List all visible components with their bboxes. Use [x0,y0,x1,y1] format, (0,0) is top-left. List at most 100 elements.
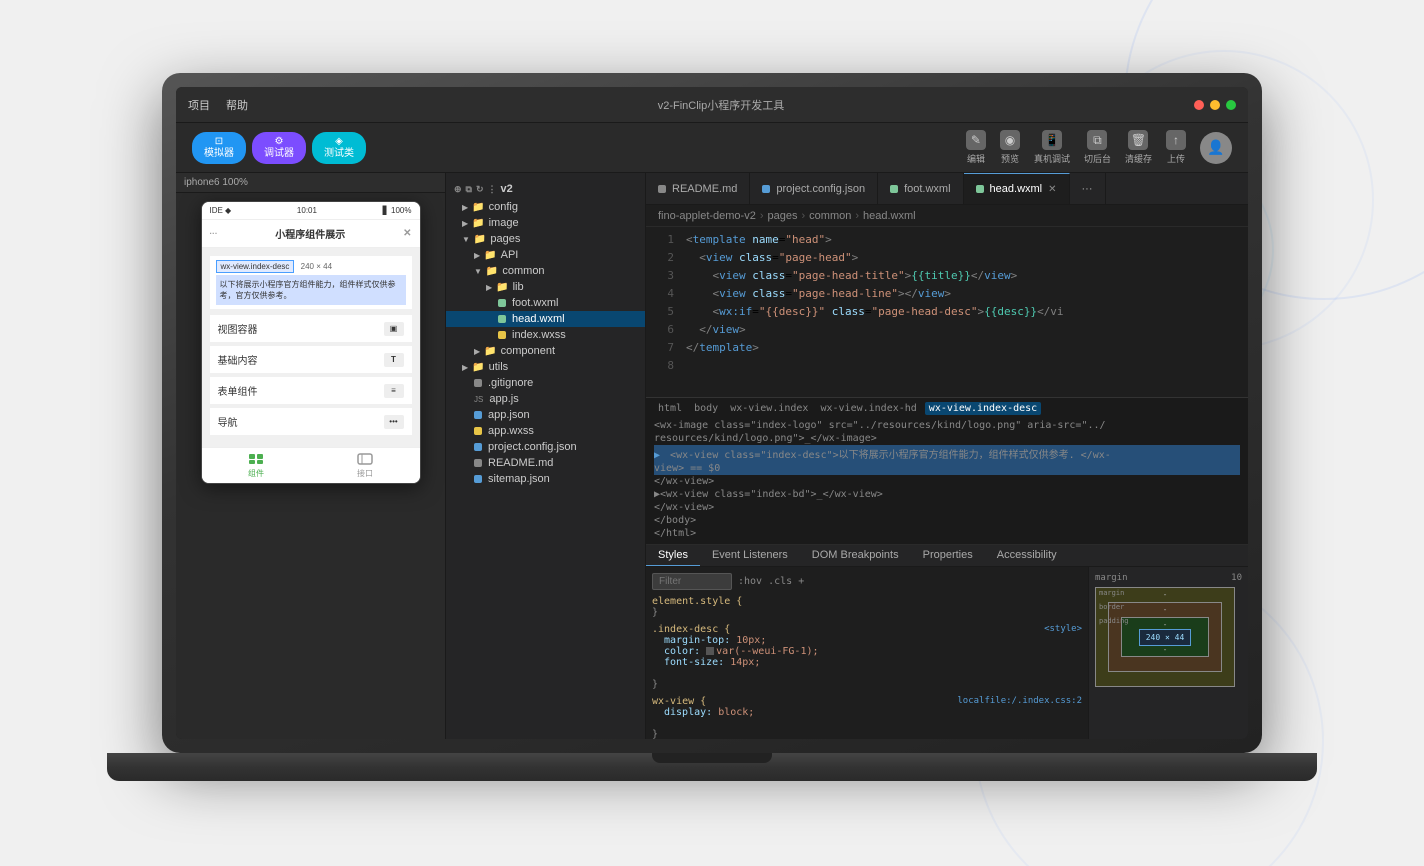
tree-item-foot-wxml[interactable]: foot.wxml [446,295,645,311]
tree-item-index-wxss[interactable]: index.wxss [446,327,645,343]
dom-breadcrumb-index[interactable]: wx-view.index [726,402,812,415]
folder-icon: 📁 [484,250,496,261]
menu-item-project[interactable]: 项目 [188,97,210,113]
line-number: 1 [646,232,682,248]
breadcrumb-item-2[interactable]: pages [768,210,798,222]
properties-tab[interactable]: Properties [911,545,985,566]
titlebar-menu[interactable]: 项目 帮助 [188,97,248,113]
editor-area: README.md project.config.json foot.wxml [646,173,1248,739]
simulator-button[interactable]: ⊡ 模拟器 [192,132,246,164]
file-type-indicator [474,427,482,435]
file-type-indicator [474,443,482,451]
menu-item-help[interactable]: 帮助 [226,97,248,113]
maximize-button[interactable] [1226,100,1236,110]
phone-section-basic[interactable]: 基础内容 T [210,346,412,373]
test-button[interactable]: ◈ 测试类 [312,132,366,164]
preview-label: 预览 [1001,152,1019,165]
tree-item-lib[interactable]: ▶ 📁 lib [446,279,645,295]
filter-bar: :hov .cls + [652,573,1082,590]
dom-breadcrumb-html[interactable]: html [654,402,686,415]
tab-head-wxml[interactable]: head.wxml ✕ [964,173,1070,205]
tree-item-readme[interactable]: README.md [446,455,645,471]
tree-item-pages[interactable]: ▼ 📁 pages [446,231,645,247]
styles-tab[interactable]: Styles [646,545,700,566]
breadcrumb-item-1[interactable]: fino-applet-demo-v2 [658,210,756,222]
tree-item-app-wxss[interactable]: app.wxss [446,423,645,439]
box-model-label: margin 10 [1095,573,1242,583]
tab-readme[interactable]: README.md [646,173,750,205]
phone-section-views[interactable]: 视图容器 ▣ [210,315,412,342]
tab-icon [658,185,666,193]
components-tab-icon [247,452,265,466]
dom-code-line-1: <wx-image class="index-logo" src="../res… [654,419,1240,432]
tab-project-config[interactable]: project.config.json [750,173,878,205]
dom-code-line-8: </body> [654,514,1240,527]
tree-item-sitemap[interactable]: sitemap.json [446,471,645,487]
file-type-indicator [498,299,506,307]
tab-close-icon[interactable]: ✕ [1048,184,1056,195]
action-device-debug[interactable]: 📱 真机调试 [1034,130,1070,165]
dom-breadcrumb-hd[interactable]: wx-view.index-hd [816,402,920,415]
code-editor[interactable]: 1 <template name="head"> 2 <view class="… [646,227,1248,397]
action-upload[interactable]: ↑ 上传 [1166,130,1186,165]
breadcrumb-sep: › [760,210,764,222]
device-info: iphone6 100% [184,177,248,188]
tree-item-head-wxml[interactable]: head.wxml [446,311,645,327]
tree-item-image[interactable]: ▶ 📁 image [446,215,645,231]
phone-header-close[interactable]: ✕ [403,228,411,239]
status-time: 10:01 [297,206,317,215]
minimize-button[interactable] [1210,100,1220,110]
line-content: <view class="page-head-title">{{title}}<… [682,268,1248,284]
breadcrumb-item-4[interactable]: head.wxml [863,210,916,222]
action-clear-cache[interactable]: 🗑 清缓存 [1125,130,1152,165]
action-edit[interactable]: ✎ 编辑 [966,130,986,165]
action-preview[interactable]: ◉ 预览 [1000,130,1020,165]
tree-item-app-json[interactable]: app.json [446,407,645,423]
dom-code-line-5: </wx-view> [654,475,1240,488]
user-avatar[interactable]: 👤 [1200,132,1232,164]
tree-item-project-config[interactable]: project.config.json [446,439,645,455]
tree-item-common[interactable]: ▼ 📁 common [446,263,645,279]
background-label: 切后台 [1084,152,1111,165]
tab-more[interactable]: ··· [1070,173,1106,205]
dom-breakpoints-tab[interactable]: DOM Breakpoints [800,545,911,566]
chevron-icon: ▶ [474,347,480,356]
upload-label: 上传 [1167,152,1185,165]
filter-input[interactable] [652,573,732,590]
window-controls [1194,100,1236,110]
file-type-indicator [498,331,506,339]
dom-breadcrumb-body[interactable]: body [690,402,722,415]
line-number: 2 [646,250,682,266]
background-icon: ⧉ [1087,130,1107,150]
tree-item-component[interactable]: ▶ 📁 component [446,343,645,359]
breadcrumb-item-3[interactable]: common [809,210,851,222]
phone-tab-components[interactable]: 组件 [202,452,311,479]
tab-foot-wxml[interactable]: foot.wxml [878,173,963,205]
file-type-indicator [474,475,482,483]
close-button[interactable] [1194,100,1204,110]
phone-section-nav[interactable]: 导航 ••• [210,408,412,435]
phone-header-dots: ··· [210,229,218,238]
phone-section-form[interactable]: 表单组件 ≡ [210,377,412,404]
tree-item-utils[interactable]: ▶ 📁 utils [446,359,645,375]
tree-item-label: app.js [489,393,518,405]
tab-label: foot.wxml [904,183,950,195]
tree-item-api[interactable]: ▶ 📁 API [446,247,645,263]
event-listeners-tab[interactable]: Event Listeners [700,545,800,566]
margin-box: - - - 240 × 44 [1095,587,1235,687]
debugger-button[interactable]: ⚙ 调试器 [252,132,306,164]
tree-item-app-js[interactable]: JS app.js [446,391,645,407]
tree-item-label: index.wxss [512,329,566,341]
phone-tab-api[interactable]: 接口 [311,452,420,479]
tree-icons[interactable]: ⊕ ⧉ ↻ ⋮ [454,184,497,195]
action-background[interactable]: ⧉ 切后台 [1084,130,1111,165]
css-selector: .index-desc { [652,624,730,635]
dom-breadcrumb-desc[interactable]: wx-view.index-desc [925,402,1041,415]
tree-item-label: config [489,201,518,213]
accessibility-tab[interactable]: Accessibility [985,545,1069,566]
tree-item-gitignore[interactable]: .gitignore [446,375,645,391]
line-content: <view class="page-head"> [682,250,1248,266]
border-text: border [1099,603,1124,611]
debugger-icon: ⚙ [275,136,284,148]
tree-item-config[interactable]: ▶ 📁 config [446,199,645,215]
